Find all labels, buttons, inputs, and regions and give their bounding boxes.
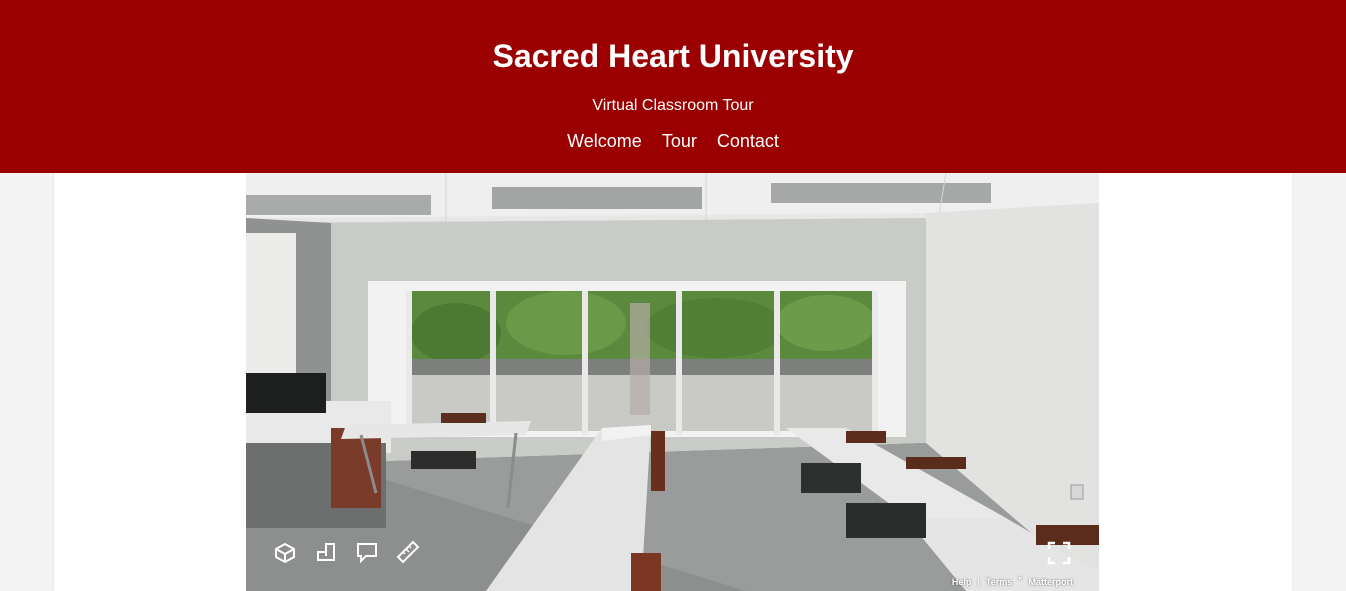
main-nav: Welcome Tour Contact [0, 131, 1346, 152]
dollhouse-view-button[interactable] [272, 539, 298, 565]
viewer-footer: Help | Terms ⌜ Matterport [952, 576, 1073, 587]
content-panel: Help | Terms ⌜ Matterport [54, 173, 1292, 591]
fullscreen-button[interactable] [1046, 540, 1072, 566]
virtual-tour-viewer[interactable]: Help | Terms ⌜ Matterport [246, 173, 1099, 591]
classroom-scene-image [246, 173, 1099, 591]
nav-tour-link[interactable]: Tour [662, 131, 697, 152]
footer-separator: | [977, 576, 980, 587]
site-title: Sacred Heart University [492, 38, 854, 74]
nav-contact-link[interactable]: Contact [717, 131, 779, 152]
site-subtitle: Virtual Classroom Tour [592, 97, 754, 114]
floorplan-icon [317, 543, 335, 561]
fullscreen-icon [1047, 541, 1071, 565]
mattertags-toggle-button[interactable] [354, 539, 380, 565]
nav-welcome-link[interactable]: Welcome [567, 131, 642, 152]
matterport-logo-icon: ⌜ [1018, 576, 1023, 586]
measure-tool-button[interactable] [395, 539, 421, 565]
measure-icon [396, 540, 420, 564]
mattertag-icon [357, 543, 377, 564]
site-header: Sacred Heart University Virtual Classroo… [0, 0, 1346, 173]
dollhouse-icon [275, 542, 295, 564]
floorplan-view-button[interactable] [313, 539, 339, 565]
help-link[interactable]: Help [952, 577, 972, 587]
terms-link[interactable]: Terms [986, 577, 1012, 587]
matterport-link[interactable]: Matterport [1029, 577, 1074, 587]
